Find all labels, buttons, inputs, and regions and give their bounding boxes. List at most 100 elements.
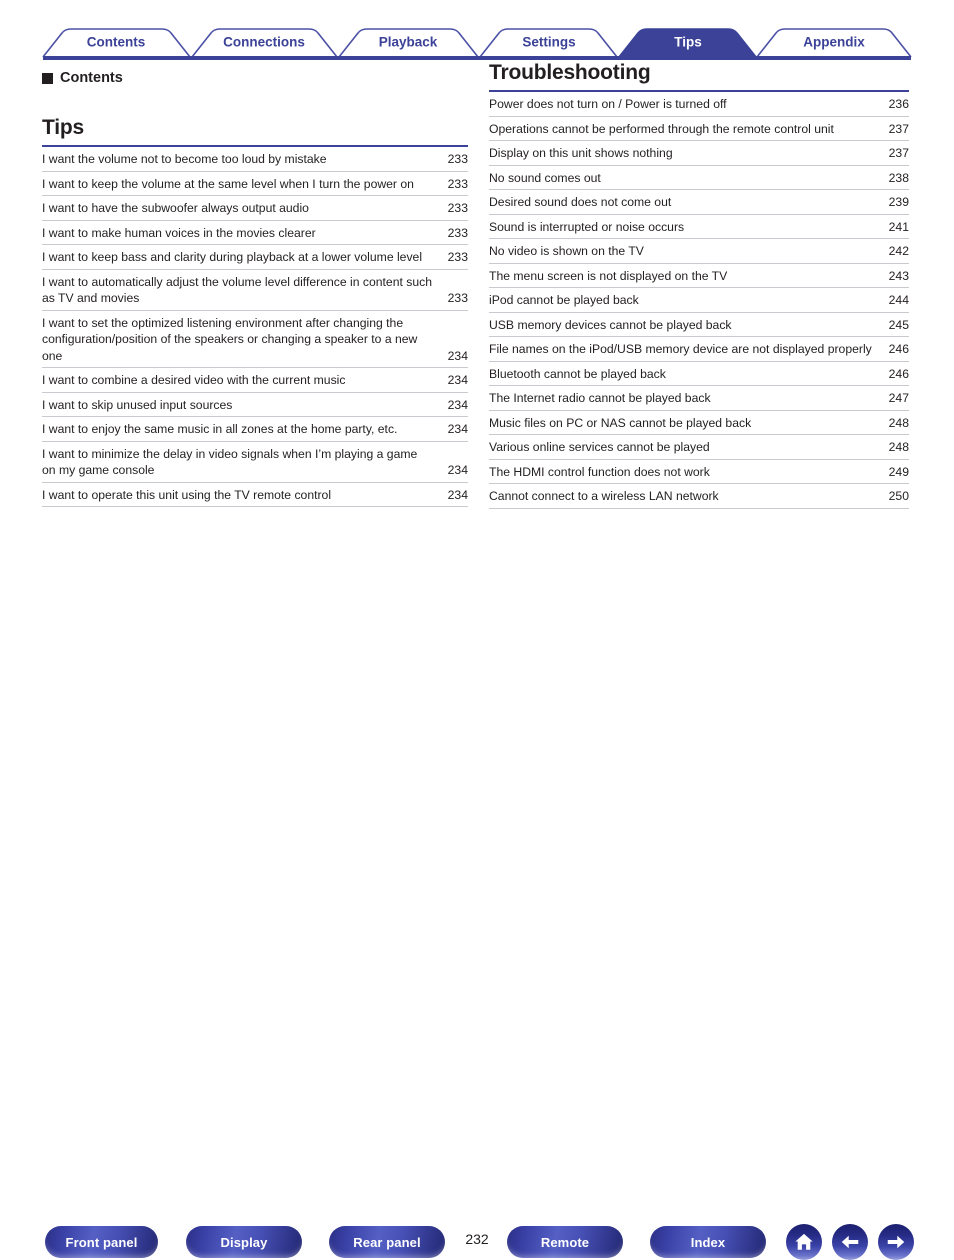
toc-entry[interactable]: iPod cannot be played back 244 [489, 288, 909, 313]
toc-entry[interactable]: I want to make human voices in the movie… [42, 221, 468, 245]
arrow-left-icon [841, 1235, 859, 1249]
toc-entry-title: Sound is interrupted or noise occurs [489, 219, 685, 234]
left-section-title: Tips [42, 116, 84, 139]
toc-entry-title: The Internet radio cannot be played back [489, 391, 711, 405]
forward-button[interactable] [878, 1224, 914, 1260]
toc-entry-title: File names on the iPod/USB memory device… [489, 342, 872, 356]
toc-entry-page: 233 [447, 152, 468, 166]
toc-entry-page: 234 [447, 373, 468, 387]
index-button[interactable]: Index [650, 1226, 766, 1258]
toc-entry-title: The HDMI control function does not work [489, 464, 710, 479]
toc-entry-title: I want to enjoy the same music in all zo… [42, 422, 398, 436]
tab-label-connections[interactable]: Connections [223, 35, 305, 49]
toc-entry[interactable]: Operations cannot be performed through t… [489, 117, 909, 141]
toc-entry-page: 234 [447, 397, 468, 412]
toc-entry[interactable]: I want to automatically adjust the volum… [42, 270, 468, 311]
toc-entry-title: Music files on PC or NAS cannot be playe… [489, 415, 752, 430]
toc-entry-page: 246 [888, 342, 909, 356]
toc-entry[interactable]: I want to skip unused input sources 234 [42, 393, 468, 417]
toc-entry[interactable]: I want to operate this unit using the TV… [42, 483, 468, 507]
square-bullet-icon [42, 72, 53, 84]
left-column: Contents Tips I want the volume not to b… [42, 62, 468, 507]
tab-label-tips[interactable]: Tips [674, 35, 702, 49]
tab-label-appendix[interactable]: Appendix [803, 35, 865, 49]
toc-entry-page: 248 [888, 415, 909, 430]
right-column: Troubleshooting Power does not turn on /… [489, 62, 909, 509]
toc-entry-title: I want to keep bass and clarity during p… [42, 250, 423, 264]
toc-entry[interactable]: Various online services cannot be played… [489, 435, 909, 460]
toc-entry-page: 241 [888, 219, 909, 234]
page-number: 232 [465, 1231, 489, 1247]
toc-entry[interactable]: I want to keep bass and clarity during p… [42, 245, 468, 270]
tab-label-playback[interactable]: Playback [379, 35, 438, 49]
toc-entry[interactable]: No video is shown on the TV 242 [489, 239, 909, 264]
remote-button[interactable]: Remote [507, 1226, 623, 1258]
toc-entry-title: I want to combine a desired video with t… [42, 373, 346, 387]
page-content: Contents Tips I want the volume not to b… [0, 62, 954, 607]
toc-entry-page: 242 [888, 244, 909, 258]
toc-entry-title: I want to automatically adjust the volum… [42, 274, 432, 306]
toc-entry[interactable]: Desired sound does not come out 239 [489, 190, 909, 215]
display-button[interactable]: Display [186, 1226, 302, 1258]
troubleshooting-toc-list: Power does not turn on / Power is turned… [489, 92, 909, 509]
toc-entry[interactable]: The HDMI control function does not work 2… [489, 460, 909, 484]
toc-entry-title: Desired sound does not come out [489, 195, 672, 209]
toc-entry[interactable]: File names on the iPod/USB memory device… [489, 337, 909, 362]
toc-entry-page: 233 [447, 225, 468, 240]
toc-entry[interactable]: I want the volume not to become too loud… [42, 147, 468, 172]
toc-entry-page: 234 [447, 463, 468, 477]
rear-panel-button[interactable]: Rear panel [329, 1226, 445, 1258]
contents-kicker-label: Contents [60, 70, 123, 86]
toc-entry[interactable]: The Internet radio cannot be played back… [489, 386, 909, 411]
toc-entry[interactable]: I want to have the subwoofer always outp… [42, 196, 468, 221]
toc-entry-title: Various online services cannot be played [489, 440, 710, 454]
toc-entry-title: I want to have the subwoofer always outp… [42, 201, 309, 215]
tab-bar: Contents Connections Playback Settings T… [0, 0, 954, 68]
toc-entry-page: 233 [447, 291, 468, 305]
tab-label-settings[interactable]: Settings [522, 35, 575, 49]
toc-entry[interactable]: I want to keep the volume at the same le… [42, 172, 468, 196]
toc-entry[interactable]: I want to enjoy the same music in all zo… [42, 417, 468, 442]
back-button[interactable] [832, 1224, 868, 1260]
toc-entry[interactable]: Bluetooth cannot be played back 246 [489, 362, 909, 386]
toc-entry-title: Operations cannot be performed through t… [489, 121, 834, 136]
toc-entry-page: 233 [447, 176, 468, 191]
toc-entry[interactable]: Music files on PC or NAS cannot be playe… [489, 411, 909, 435]
toc-entry-page: 233 [447, 201, 468, 215]
toc-entry[interactable]: I want to combine a desired video with t… [42, 368, 468, 393]
toc-entry-page: 248 [888, 440, 909, 454]
toc-entry-page: 237 [888, 121, 909, 136]
tab-label-contents[interactable]: Contents [87, 35, 146, 49]
toc-entry-title: Bluetooth cannot be played back [489, 366, 666, 381]
toc-entry-title: I want the volume not to become too loud… [42, 152, 327, 166]
toc-entry-title: I want to skip unused input sources [42, 397, 233, 412]
toc-entry-page: 249 [888, 464, 909, 479]
toc-entry-title: I want to make human voices in the movie… [42, 225, 316, 240]
toc-entry-title: I want to keep the volume at the same le… [42, 176, 414, 191]
toc-entry[interactable]: Cannot connect to a wireless LAN network… [489, 484, 909, 509]
toc-entry-page: 250 [888, 489, 909, 503]
toc-entry-page: 237 [888, 146, 909, 160]
tab-baseline [43, 56, 911, 60]
toc-entry[interactable]: No sound comes out 238 [489, 166, 909, 190]
front-panel-button[interactable]: Front panel [45, 1226, 158, 1258]
arrow-right-icon [887, 1235, 905, 1249]
toc-entry[interactable]: Power does not turn on / Power is turned… [489, 92, 909, 117]
toc-entry[interactable]: USB memory devices cannot be played back… [489, 313, 909, 337]
toc-entry-page: 245 [888, 317, 909, 332]
toc-entry-title: Power does not turn on / Power is turned… [489, 97, 727, 111]
toc-entry-title: USB memory devices cannot be played back [489, 317, 732, 332]
toc-entry-title: No video is shown on the TV [489, 244, 644, 258]
toc-entry-page: 244 [888, 293, 909, 307]
home-button[interactable] [786, 1224, 822, 1260]
toc-entry[interactable]: Display on this unit shows nothing 237 [489, 141, 909, 166]
toc-entry[interactable]: The menu screen is not displayed on the … [489, 264, 909, 288]
toc-entry-title: The menu screen is not displayed on the … [489, 268, 728, 283]
toc-entry[interactable]: I want to set the optimized listening en… [42, 311, 468, 368]
toc-entry-title: Cannot connect to a wireless LAN network [489, 489, 719, 503]
toc-entry-page: 234 [447, 348, 468, 363]
toc-entry[interactable]: I want to minimize the delay in video si… [42, 442, 468, 483]
toc-entry[interactable]: Sound is interrupted or noise occurs 241 [489, 215, 909, 239]
toc-entry-page: 233 [447, 250, 468, 264]
toc-entry-page: 239 [888, 195, 909, 209]
